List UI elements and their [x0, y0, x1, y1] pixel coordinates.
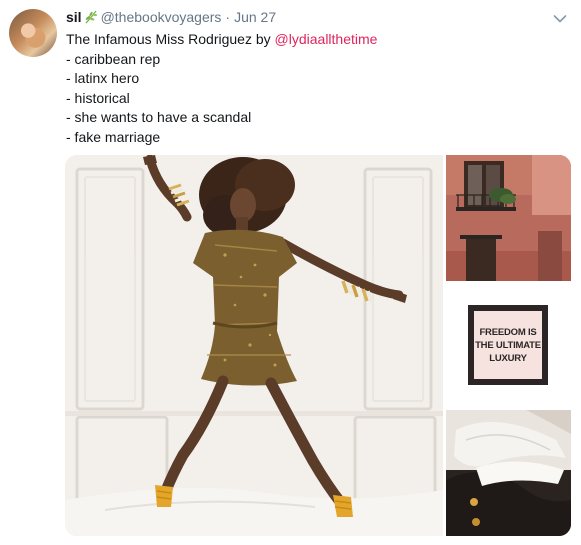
media-grid: FREEDOM IS THE ULTIMATE LUXURY [65, 155, 571, 536]
tweet-text-line: - latinx hero [66, 70, 140, 86]
media-photo-building[interactable] [446, 155, 571, 281]
quote-line: FREEDOM IS [479, 326, 537, 338]
tweet-text-line: The Infamous Miss Rodriguez by @lydiaall… [66, 30, 566, 50]
media-photo-gloves[interactable] [446, 410, 571, 536]
quote-card-text: FREEDOM IS THE ULTIMATE LUXURY [474, 311, 542, 379]
chevron-down-icon[interactable] [553, 11, 567, 23]
tweet-header: sil @thebookvoyagers · Jun 27 [66, 8, 276, 26]
tweet[interactable]: sil @thebookvoyagers · Jun 27 The Infamo… [0, 0, 581, 545]
quote-line: LUXURY [489, 352, 527, 364]
sprig-icon [84, 10, 98, 24]
quote-card-frame: FREEDOM IS THE ULTIMATE LUXURY [468, 305, 548, 385]
media-photo-main[interactable] [65, 155, 443, 536]
tweet-text-line: - she wants to have a scandal [66, 109, 252, 125]
user-handle[interactable]: @thebookvoyagers [101, 9, 222, 25]
tweet-text-line: - fake marriage [66, 128, 161, 145]
mention-link[interactable]: @lydiaallthetime [275, 31, 378, 47]
quote-line: THE ULTIMATE [475, 339, 541, 351]
tweet-text-prefix: The Infamous Miss Rodriguez by [66, 31, 275, 47]
tweet-text-line: - caribbean rep [66, 50, 161, 67]
separator-dot: · [225, 9, 231, 25]
tweet-text: The Infamous Miss Rodriguez by @lydiaall… [66, 30, 566, 147]
media-photo-quote[interactable]: FREEDOM IS THE ULTIMATE LUXURY [446, 283, 571, 408]
display-name[interactable]: sil [66, 9, 82, 25]
tweet-text-line: - historical [66, 89, 130, 106]
avatar[interactable] [9, 9, 57, 57]
tweet-date[interactable]: Jun 27 [234, 9, 276, 25]
